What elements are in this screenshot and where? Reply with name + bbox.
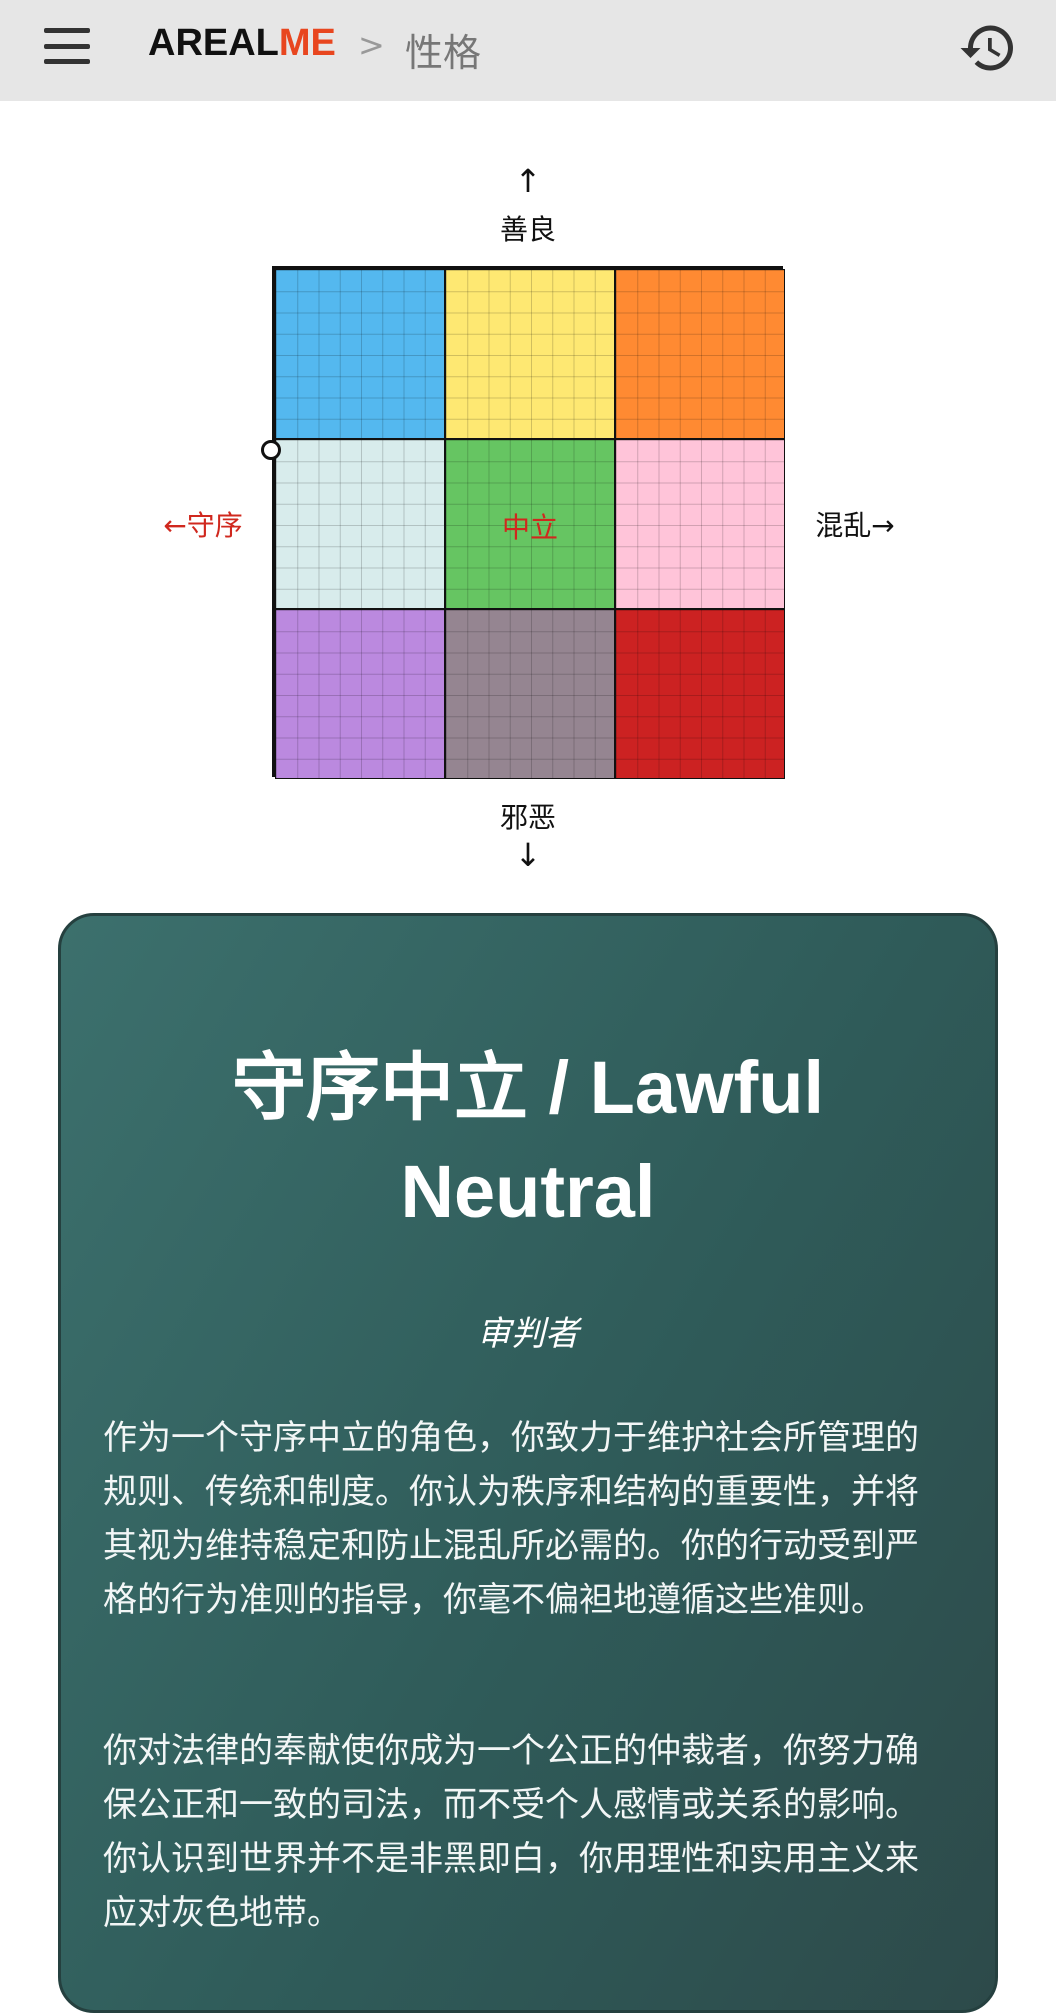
axis-label-lawful: ←守序 [163,509,243,542]
cell-label: 中立 [501,511,558,544]
alignment-cell-1-2[interactable] [445,269,615,439]
axis-label-good: 善良 [499,213,556,246]
alignment-cell-2-3[interactable] [615,439,785,609]
cell-gridlines [446,270,614,438]
alignment-cell-3-3[interactable] [615,609,785,779]
alignment-cell-1-1[interactable] [275,269,445,439]
alignment-grid: 中立 [272,266,785,779]
result-paragraph-2: 你对法律的奉献使你成为一个公正的仲裁者，你努力确保公正和一致的司法，而不受个人感… [103,1731,919,1933]
alignment-cell-2-1[interactable] [275,439,445,609]
top-bar: AREALME > 性格 [0,0,1056,101]
breadcrumb-personality[interactable]: 性格 [405,22,481,77]
alignment-cell-2-2[interactable]: 中立 [445,439,615,609]
logo-text-me: ME [278,22,336,64]
cell-gridlines [276,440,444,608]
alignment-cell-3-2[interactable] [445,609,615,779]
cell-gridlines [446,610,614,778]
axis-label-chaotic: 混乱→ [815,509,895,542]
result-card: 守序中立 / Lawful Neutral 审判者 作为一个守序中立的角色，你致… [58,913,998,2013]
down-arrow: ↓ [514,836,542,874]
result-paragraph-1: 作为一个守序中立的角色，你致力于维护社会所管理的规则、传统和制度。你认为秩序和结… [103,1418,919,1620]
result-subtitle: 审判者 [477,1314,579,1354]
cell-gridlines [616,610,784,778]
chevron-right-icon: > [358,26,385,64]
cell-gridlines [276,610,444,778]
result-title: 守序中立 / Lawful Neutral [232,1046,824,1233]
position-marker [261,440,281,460]
site-logo[interactable]: AREALME [148,22,336,65]
cell-gridlines [616,440,784,608]
history-icon[interactable] [958,18,1018,78]
menu-icon[interactable] [44,28,90,64]
cell-gridlines [276,270,444,438]
cell-gridlines [616,270,784,438]
alignment-cell-3-1[interactable] [275,609,445,779]
alignment-cell-1-3[interactable] [615,269,785,439]
up-arrow: ↑ [514,162,542,200]
axis-label-evil: 邪恶 [499,801,556,834]
logo-text-areal: AREAL [148,22,279,64]
